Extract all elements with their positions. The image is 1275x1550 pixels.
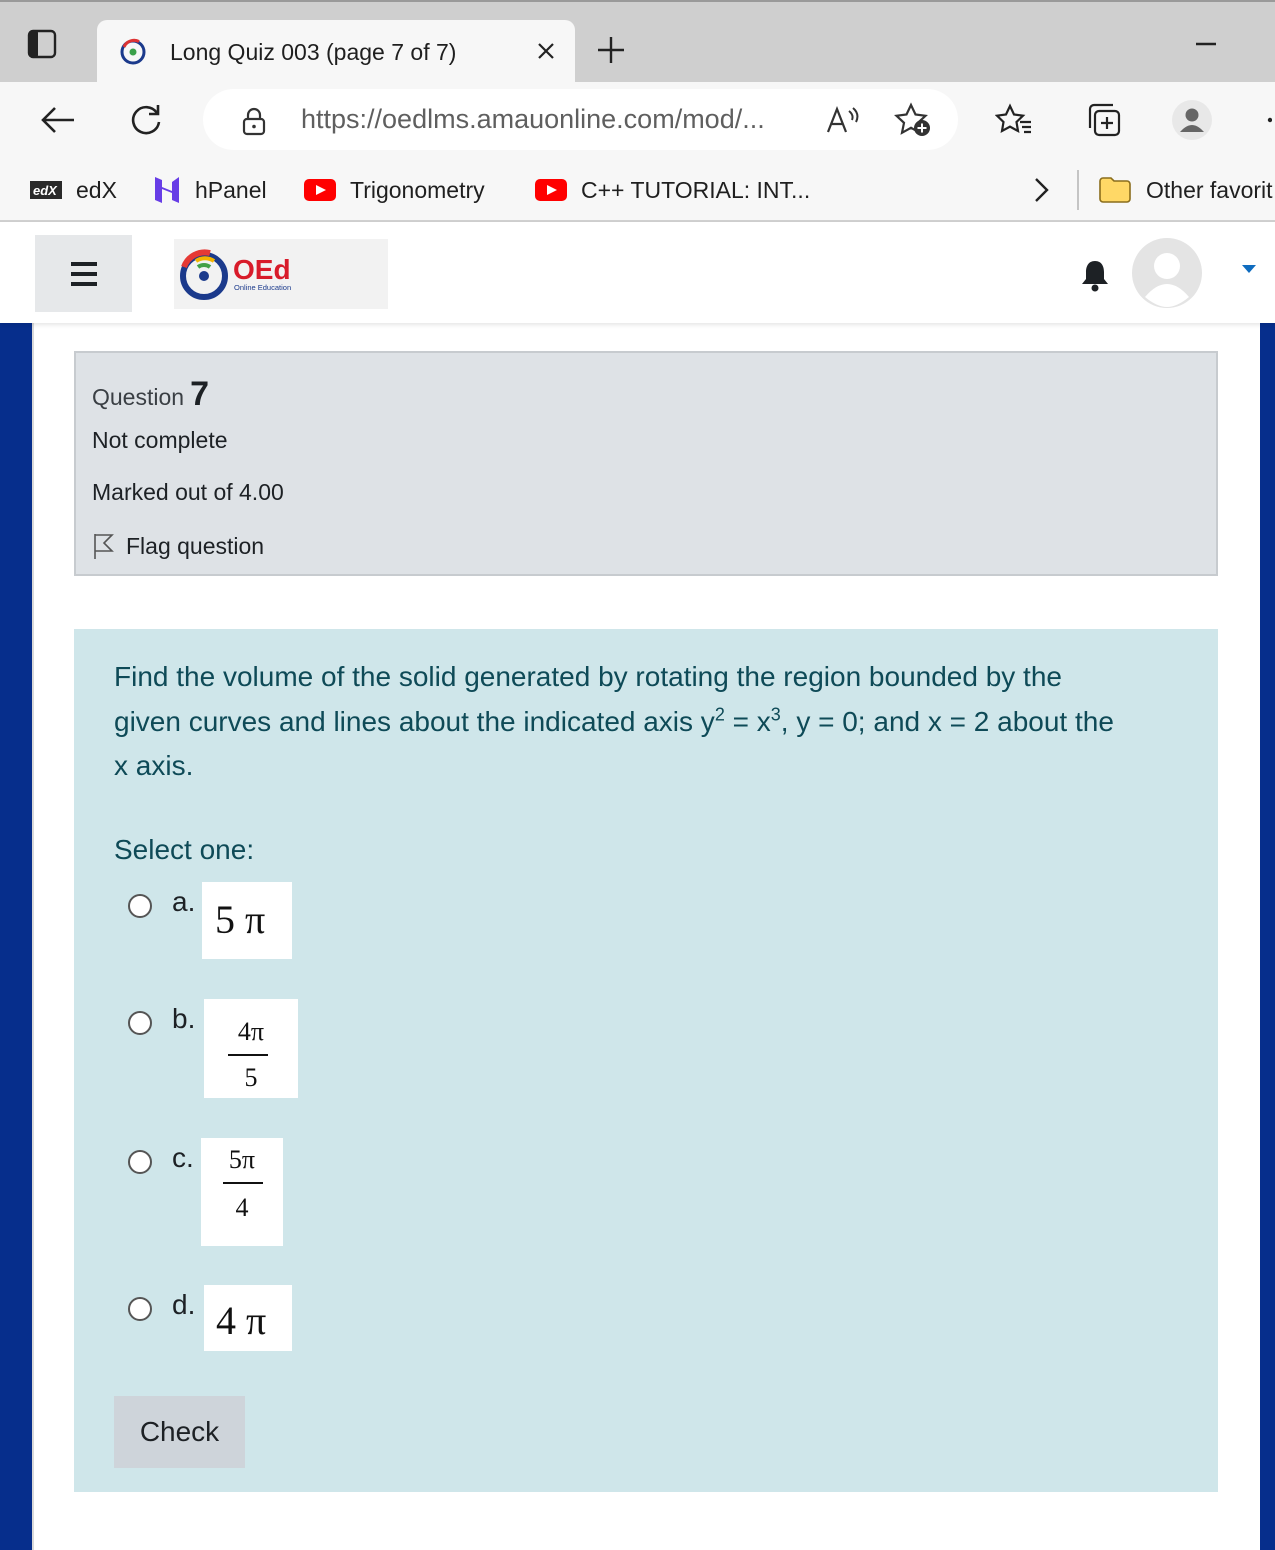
option-letter: b.	[172, 1003, 196, 1034]
answer-image-b: 4π 5	[204, 999, 298, 1098]
answer-numerator: 5π	[228, 1145, 256, 1174]
content-border	[32, 323, 34, 1550]
fraction-bar	[228, 1054, 268, 1056]
add-favorite-icon[interactable]	[891, 101, 935, 139]
chevron-right-icon[interactable]	[1030, 172, 1052, 208]
fraction-bar	[223, 1182, 263, 1184]
answer-denominator: 4	[235, 1193, 249, 1222]
collections-icon[interactable]	[1082, 98, 1126, 142]
question-number: Question 7	[92, 375, 209, 414]
right-page-border	[1260, 323, 1275, 1550]
browser-toolbar: https://oedlms.amauonline.com/mod/...	[0, 82, 1275, 158]
flag-icon	[92, 532, 114, 560]
logo-text: OEd	[233, 254, 291, 285]
question-state: Not complete	[92, 427, 228, 453]
exponent: 2	[714, 704, 725, 725]
hpanel-icon	[153, 174, 181, 206]
refresh-icon[interactable]	[124, 98, 168, 142]
select-one-prompt: Select one:	[114, 834, 255, 865]
answer-image-c: 5π 4	[201, 1138, 283, 1246]
hamburger-icon	[70, 261, 97, 286]
user-avatar[interactable]	[1131, 237, 1203, 309]
browser-tab[interactable]: Long Quiz 003 (page 7 of 7)	[97, 20, 575, 84]
question-text: Find the volume of the solid generated b…	[114, 655, 1194, 789]
flag-question-link[interactable]: Flag question	[92, 531, 264, 561]
answer-numerator: 4π	[237, 1017, 265, 1046]
left-page-border	[0, 323, 32, 1550]
question-text-line: Find the volume of the solid generated b…	[114, 661, 1062, 692]
bookmark-cpp-tutorial[interactable]: C++ TUTORIAL: INT...	[535, 172, 810, 208]
question-text-line: given curves and lines about the indicat…	[114, 700, 1194, 745]
check-button[interactable]: Check	[114, 1396, 245, 1468]
question-formulation: Find the volume of the solid generated b…	[74, 629, 1218, 1492]
text-fragment: = x	[724, 705, 771, 737]
flag-question-label: Flag question	[126, 532, 265, 559]
question-label: Question	[92, 384, 185, 410]
radio-option-b[interactable]	[128, 1011, 152, 1035]
youtube-icon	[304, 179, 336, 201]
tab-title: Long Quiz 003 (page 7 of 7)	[170, 39, 457, 65]
question-info-box: Question 7 Not complete Marked out of 4.0…	[74, 351, 1218, 576]
caret-down-icon[interactable]	[1240, 262, 1258, 276]
bookmark-other-favorites[interactable]: Other favorit	[1098, 172, 1273, 208]
profile-icon[interactable]	[1170, 98, 1214, 142]
folder-icon	[1098, 176, 1132, 204]
oed-favicon-icon	[120, 38, 146, 65]
new-tab-icon[interactable]	[593, 32, 629, 68]
close-tab-icon[interactable]	[529, 34, 563, 68]
bookmarks-bar: edX edX hPanel Trigonometry C++ TUTORIAL…	[0, 158, 1275, 222]
option-letter: d.	[172, 1289, 196, 1320]
edx-icon: edX	[30, 181, 62, 199]
radio-option-d[interactable]	[128, 1297, 152, 1321]
url-text[interactable]: https://oedlms.amauonline.com/mod/...	[301, 104, 765, 135]
radio-option-c[interactable]	[128, 1150, 152, 1174]
drawer-toggle-button[interactable]	[35, 235, 132, 312]
answer-value: 5 π	[215, 897, 266, 942]
question-grade: Marked out of 4.00	[92, 479, 284, 505]
minimize-icon[interactable]	[1186, 30, 1226, 58]
bookmark-hpanel[interactable]: hPanel	[153, 172, 267, 208]
read-aloud-icon[interactable]	[821, 101, 865, 139]
back-icon[interactable]	[36, 98, 80, 142]
youtube-icon	[535, 179, 567, 201]
bookmark-label: Other favorit	[1146, 176, 1273, 203]
more-icon[interactable]	[1258, 98, 1275, 142]
site-logo[interactable]: OEd Online Education	[174, 239, 388, 309]
page-content: OEd Online Education Question 7 Not compl…	[0, 222, 1275, 1550]
answer-denominator: 5	[244, 1063, 258, 1092]
svg-text:edX: edX	[33, 183, 58, 198]
bookmark-label: hPanel	[195, 176, 267, 203]
bookmark-label: Trigonometry	[350, 176, 485, 203]
favorites-icon[interactable]	[992, 98, 1036, 142]
bookmarks-divider	[1077, 170, 1079, 210]
answer-value: 4 π	[216, 1298, 267, 1343]
logo-subtext: Online Education	[234, 283, 291, 292]
text-fragment: given curves and lines about the indicat…	[114, 705, 715, 737]
tab-strip: Long Quiz 003 (page 7 of 7)	[0, 0, 1275, 84]
tab-actions-icon[interactable]	[22, 24, 62, 64]
address-bar[interactable]: https://oedlms.amauonline.com/mod/...	[203, 89, 958, 150]
option-letter: a.	[172, 886, 196, 917]
bookmark-label: C++ TUTORIAL: INT...	[581, 176, 811, 203]
question-number-value: 7	[190, 375, 209, 413]
bookmark-edx[interactable]: edX edX	[30, 172, 117, 208]
lock-icon[interactable]	[239, 106, 269, 136]
answer-image-d: 4 π	[204, 1285, 292, 1351]
radio-option-a[interactable]	[128, 894, 152, 918]
answer-image-a: 5 π	[202, 882, 292, 959]
text-fragment: , y = 0; and x = 2 about the	[780, 705, 1114, 737]
site-navbar: OEd Online Education	[0, 222, 1275, 323]
question-text-line: x axis.	[114, 750, 194, 781]
bookmark-trigonometry[interactable]: Trigonometry	[304, 172, 485, 208]
bookmark-label: edX	[76, 176, 117, 203]
exponent: 3	[770, 704, 781, 725]
option-letter: c.	[172, 1142, 194, 1173]
bell-icon[interactable]	[1076, 256, 1114, 294]
